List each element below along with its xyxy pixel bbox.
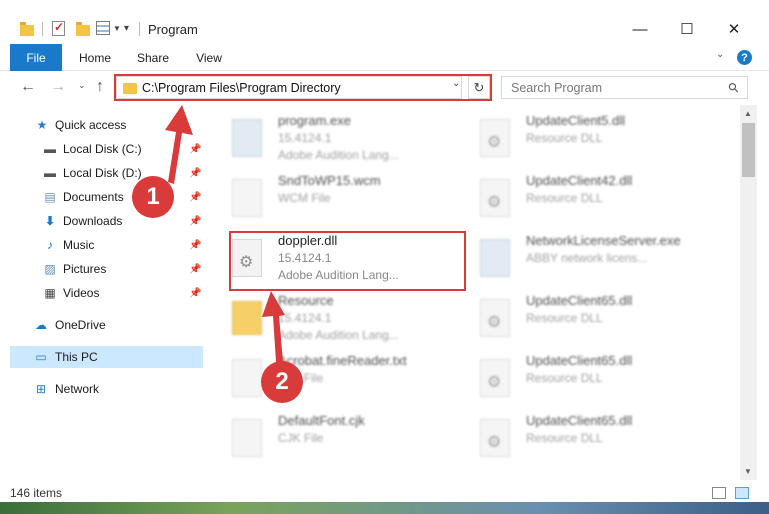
sidebar-item-pictures[interactable]: ▨ Pictures 📌 — [0, 258, 205, 280]
pin-icon[interactable]: 📌 — [189, 216, 201, 227]
properties-check-icon[interactable] — [52, 20, 65, 36]
dll-gear-icon — [480, 119, 510, 157]
search-input[interactable]: Search Program — [511, 81, 602, 95]
list-item[interactable]: UpdateClient65.dll Resource DLL — [460, 349, 700, 405]
scroll-down-icon[interactable]: ▼ — [744, 467, 752, 476]
tab-home[interactable]: Home — [72, 44, 118, 71]
details-view-icon[interactable] — [712, 487, 726, 499]
documents-icon: ▤ — [44, 190, 56, 204]
list-item[interactable]: DefaultFont.cjk CJK File — [212, 409, 452, 465]
tab-file[interactable]: File — [10, 44, 62, 71]
pictures-icon: ▨ — [44, 262, 56, 276]
up-arrow-icon[interactable]: ↑ — [96, 78, 104, 96]
help-icon[interactable]: ? — [737, 50, 752, 65]
status-bar: 146 items — [0, 480, 769, 502]
close-button[interactable]: ✕ — [711, 14, 757, 44]
list-item[interactable]: UpdateClient42.dll Resource DLL — [460, 169, 700, 225]
list-item[interactable]: UpdateClient65.dll Resource DLL — [460, 289, 700, 345]
sidebar-item-local-disk-c[interactable]: ▬ Local Disk (C:) 📌 — [0, 138, 205, 160]
list-item[interactable]: Resource 15.4124.1 Adobe Audition Lang..… — [212, 289, 452, 345]
address-highlight-box — [114, 74, 492, 101]
quick-access-properties-icon[interactable] — [96, 21, 110, 35]
separator — [42, 22, 43, 36]
dll-gear-icon — [480, 359, 510, 397]
sidebar-item-network[interactable]: ⊞ Network — [0, 378, 205, 400]
scrollbar-thumb[interactable] — [742, 123, 755, 177]
maximize-button[interactable]: ☐ — [664, 14, 710, 44]
file-highlight-box — [229, 231, 466, 291]
drive-icon: ▬ — [44, 142, 56, 156]
tab-view[interactable]: View — [186, 44, 232, 71]
sidebar-item-downloads[interactable]: ⬇ Downloads 📌 — [0, 210, 205, 232]
new-folder-icon[interactable] — [76, 22, 90, 36]
sidebar-item-this-pc[interactable]: ▭ This PC — [10, 346, 203, 368]
dll-gear-icon — [480, 419, 510, 457]
computer-icon: ▭ — [35, 350, 47, 364]
list-item[interactable]: NetworkLicenseServer.exe ABBY network li… — [460, 229, 700, 285]
search-icon[interactable]: ⚲ — [725, 79, 743, 97]
file-list: program.exe 15.4124.1 Adobe Audition Lan… — [212, 105, 740, 480]
ribbon-tabs: File Home Share View ⌄ ? — [0, 44, 769, 71]
expand-ribbon-icon[interactable]: ⌄ — [716, 49, 724, 60]
music-icon: ♪ — [47, 238, 53, 252]
pin-icon[interactable]: 📌 — [189, 192, 201, 203]
scroll-up-icon[interactable]: ▲ — [744, 109, 752, 118]
sidebar-item-documents[interactable]: ▤ Documents 📌 — [0, 186, 205, 208]
minimize-button[interactable]: — — [617, 14, 663, 44]
sidebar-item-videos[interactable]: ▦ Videos 📌 — [0, 282, 205, 304]
sidebar-item-local-disk-d[interactable]: ▬ Local Disk (D:) 📌 — [0, 162, 205, 184]
cloud-icon: ☁ — [35, 318, 47, 332]
pin-icon[interactable]: 📌 — [189, 240, 201, 251]
list-item[interactable]: program.exe 15.4124.1 Adobe Audition Lan… — [212, 109, 452, 165]
folder-icon — [232, 301, 262, 335]
window-title: Program — [148, 22, 198, 37]
star-icon: ★ — [36, 118, 48, 132]
item-count: 146 items — [10, 486, 63, 500]
forward-arrow-icon[interactable]: → — [50, 78, 66, 96]
exe-file-icon — [232, 119, 262, 157]
folder-icon — [20, 22, 34, 36]
sidebar-item-quick-access[interactable]: ★ Quick access — [0, 114, 205, 136]
chevron-down-icon[interactable]: ▼ — [113, 24, 121, 33]
large-icons-view-icon[interactable] — [735, 487, 749, 499]
title-bar: ▼ ▾ Program — ☐ ✕ — [0, 0, 769, 44]
desktop-background — [0, 502, 769, 514]
network-icon: ⊞ — [35, 382, 47, 396]
navigation-pane: ★ Quick access ▬ Local Disk (C:) 📌 ▬ Loc… — [0, 105, 205, 480]
tab-share[interactable]: Share — [130, 44, 176, 71]
exe-file-icon — [480, 239, 510, 277]
file-icon — [232, 359, 262, 397]
pin-icon[interactable]: 📌 — [189, 144, 201, 155]
list-item[interactable]: Acrobat.fineReader.txt TXT File — [212, 349, 452, 405]
drive-icon: ▬ — [44, 166, 56, 180]
sidebar-item-music[interactable]: ♪ Music 📌 — [0, 234, 205, 256]
dll-gear-icon — [480, 179, 510, 217]
list-item[interactable]: SndToWP15.wcm WCM File — [212, 169, 452, 225]
list-item[interactable]: UpdateClient5.dll Resource DLL — [460, 109, 700, 165]
videos-icon: ▦ — [44, 286, 56, 300]
customize-toolbar-icon[interactable]: ▾ — [124, 23, 129, 34]
downloads-icon: ⬇ — [44, 214, 56, 228]
step-1-badge: 1 — [132, 176, 174, 218]
search-box[interactable]: Search Program ⚲ — [501, 76, 748, 99]
pin-icon[interactable]: 📌 — [189, 288, 201, 299]
pin-icon[interactable]: 📌 — [189, 264, 201, 275]
back-arrow-icon[interactable]: ← — [20, 78, 36, 96]
list-item[interactable]: UpdateClient65.dll Resource DLL — [460, 409, 700, 465]
file-icon — [232, 419, 262, 457]
sidebar-item-onedrive[interactable]: ☁ OneDrive — [0, 314, 205, 336]
separator — [139, 22, 140, 36]
step-2-badge: 2 — [261, 361, 303, 403]
pin-icon[interactable]: 📌 — [189, 168, 201, 179]
recent-locations-icon[interactable]: ⌄ — [78, 80, 86, 91]
dll-gear-icon — [480, 299, 510, 337]
file-icon — [232, 179, 262, 217]
vertical-scrollbar[interactable]: ▲ ▼ — [740, 105, 757, 480]
